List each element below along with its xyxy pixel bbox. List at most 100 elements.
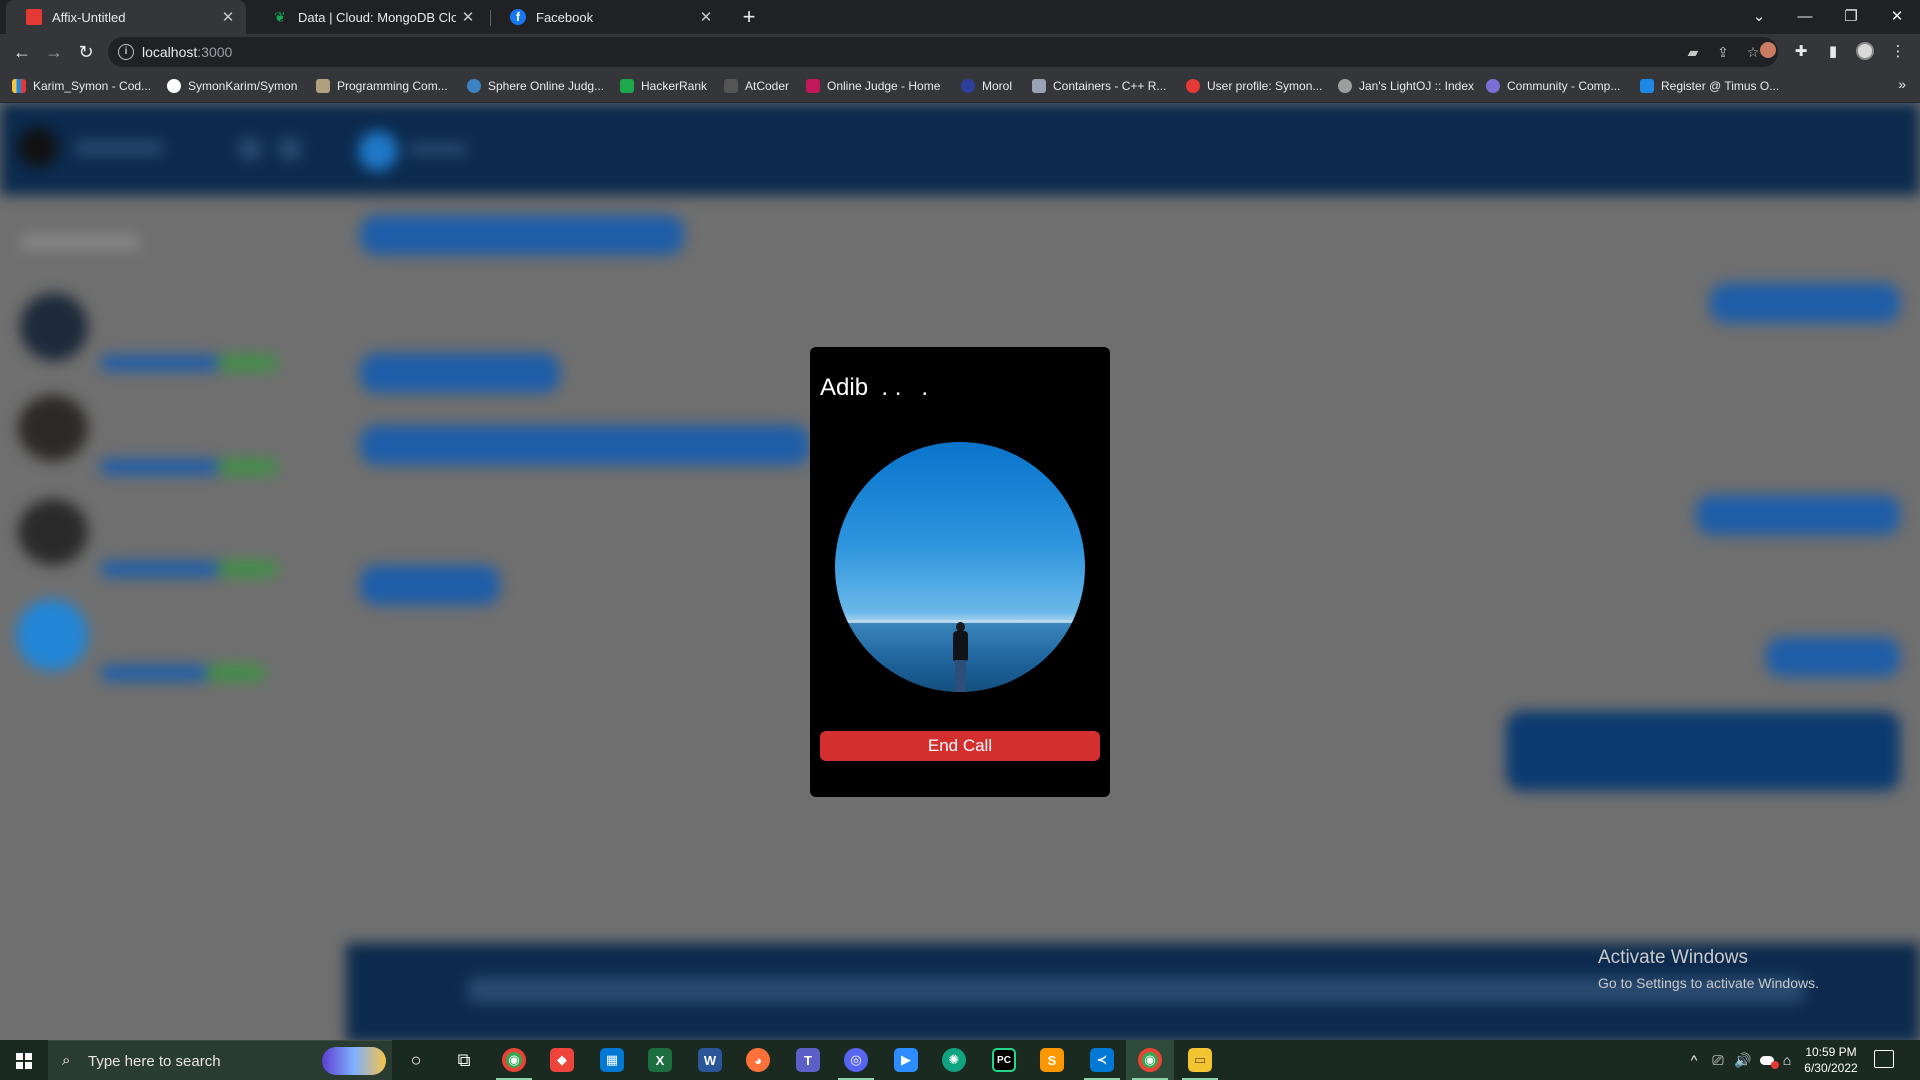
network-icon[interactable]: ⌂: [1780, 1040, 1794, 1080]
camera-blocked-icon[interactable]: ▰: [1684, 43, 1702, 61]
contact-avatar: [16, 599, 88, 671]
contact-avatar: [18, 499, 88, 565]
close-tab-icon[interactable]: ✕: [216, 8, 240, 26]
spoj-icon: [467, 79, 481, 93]
taskbar-search[interactable]: ⌕ Type here to search: [48, 1040, 392, 1080]
extension-avatar-icon[interactable]: [1758, 42, 1778, 62]
bookmark-label: Sphere Online Judg...: [488, 79, 605, 93]
tab-strip: Affix-Untitled ✕ ❦ Data | Cloud: MongoDB…: [0, 0, 1920, 34]
tab-mongodb[interactable]: ❦ Data | Cloud: MongoDB Cloud ✕: [252, 0, 486, 34]
address-bar[interactable]: i localhost:3000 ▰ ⇪ ☆: [108, 37, 1778, 67]
cortana-icon[interactable]: ○: [392, 1040, 440, 1080]
bookmarks-overflow-icon[interactable]: »: [1898, 76, 1906, 92]
message-bubble: [1710, 283, 1900, 323]
new-tab-button[interactable]: +: [736, 4, 762, 30]
message-bubble: [1766, 637, 1900, 677]
menu-kebab-icon[interactable]: ⋮: [1888, 42, 1908, 62]
bookmark-codechef[interactable]: Programming Com...: [316, 77, 448, 95]
bookmark-hackerrank[interactable]: HackerRank: [620, 77, 707, 95]
store-icon[interactable]: ▦: [588, 1040, 636, 1080]
bookmark-lightoj[interactable]: Jan's LightOJ :: Index: [1338, 77, 1474, 95]
avatar-person-body: [953, 631, 968, 661]
watermark-title: Activate Windows: [1598, 947, 1748, 968]
discord-icon[interactable]: ◎: [832, 1040, 880, 1080]
bookmark-codeforces[interactable]: Karim_Symon - Cod...: [12, 77, 151, 95]
tab-affix[interactable]: Affix-Untitled ✕: [6, 0, 246, 34]
close-tab-icon[interactable]: ✕: [694, 8, 718, 26]
teams-icon[interactable]: T: [784, 1040, 832, 1080]
facebook-icon: f: [510, 9, 526, 25]
tab-search-icon[interactable]: ⌄: [1736, 0, 1782, 34]
share-icon[interactable]: ⇪: [1714, 43, 1732, 61]
side-panel-icon[interactable]: ▮: [1823, 42, 1843, 62]
chatgpt-icon[interactable]: ✺: [930, 1040, 978, 1080]
bookmark-timus-register[interactable]: Register @ Timus O...: [1640, 77, 1779, 95]
message-bubble: [360, 425, 810, 465]
start-button[interactable]: [0, 1040, 48, 1080]
github-icon: [167, 79, 181, 93]
notifications-icon[interactable]: [1874, 1050, 1894, 1068]
site-info-icon[interactable]: i: [118, 44, 134, 60]
minimize-button[interactable]: —: [1782, 0, 1828, 34]
bookmark-atcoder[interactable]: AtCoder: [724, 77, 789, 95]
clock-date: 6/30/2022: [1804, 1061, 1858, 1075]
restore-button[interactable]: ❐: [1828, 0, 1874, 34]
uva-icon: [806, 79, 820, 93]
profile-avatar-icon[interactable]: [1855, 42, 1875, 62]
bookmark-label: SymonKarim/Symon: [188, 79, 298, 93]
pycharm-icon[interactable]: PC: [980, 1040, 1028, 1080]
bookmark-morol[interactable]: Morol: [961, 77, 1012, 95]
contact-badge-blur: [218, 561, 278, 577]
forward-button[interactable]: →: [40, 38, 68, 66]
bookmark-label: Online Judge - Home: [827, 79, 941, 93]
url-text[interactable]: localhost:3000: [142, 44, 232, 60]
bookmark-spoj[interactable]: Sphere Online Judg...: [467, 77, 604, 95]
tray-overflow-chevron-icon[interactable]: ^: [1684, 1040, 1704, 1080]
end-call-button[interactable]: End Call: [820, 731, 1100, 761]
community-icon: [1486, 79, 1500, 93]
chrome-icon[interactable]: ◉: [490, 1040, 538, 1080]
contact-badge-blur: [218, 355, 278, 371]
taskbar-clock[interactable]: 10:59 PM 6/30/2022: [1795, 1044, 1867, 1076]
morol-icon: [961, 79, 975, 93]
bookmark-cppreference[interactable]: Containers - C++ R...: [1032, 77, 1166, 95]
anydesk-icon[interactable]: ◆: [538, 1040, 586, 1080]
bookmark-github[interactable]: SymonKarim/Symon: [167, 77, 297, 95]
sublime-icon[interactable]: S: [1028, 1040, 1076, 1080]
firefox-icon[interactable]: ◕: [734, 1040, 782, 1080]
app-logo: [18, 127, 58, 167]
close-window-button[interactable]: ✕: [1874, 0, 1920, 34]
word-icon[interactable]: W: [686, 1040, 734, 1080]
contact-badge-blur: [206, 665, 266, 681]
bookmark-timus-profile[interactable]: User profile: Symon...: [1186, 77, 1322, 95]
excel-icon[interactable]: X: [636, 1040, 684, 1080]
zoom-icon[interactable]: ▶: [882, 1040, 930, 1080]
contact-preview-blur: [100, 459, 220, 475]
windows-logo-icon: [16, 1053, 32, 1069]
atcoder-icon: [724, 79, 738, 93]
mongodb-leaf-icon: ❦: [274, 9, 286, 25]
tab-facebook[interactable]: f Facebook ✕: [490, 0, 724, 34]
bookmark-community[interactable]: Community - Comp...: [1486, 77, 1620, 95]
vscode-icon[interactable]: ≺: [1078, 1040, 1126, 1080]
bookmark-label: Containers - C++ R...: [1053, 79, 1167, 93]
bookmark-label: AtCoder: [745, 79, 790, 93]
chrome-active-icon[interactable]: ◉: [1126, 1040, 1174, 1080]
meet-now-icon[interactable]: ⎚: [1708, 1040, 1728, 1080]
onedrive-error-icon[interactable]: [1756, 1040, 1779, 1080]
header-name-blur: [408, 143, 468, 155]
caller-name: Adib . . .: [820, 374, 929, 401]
extensions-puzzle-icon[interactable]: ✚: [1791, 42, 1811, 62]
file-explorer-icon[interactable]: ▭: [1176, 1040, 1224, 1080]
app-header: [0, 103, 1920, 195]
bookmark-uva[interactable]: Online Judge - Home: [806, 77, 940, 95]
message-bubble: [360, 353, 560, 393]
close-tab-icon[interactable]: ✕: [456, 8, 480, 26]
tab-title: Facebook: [536, 9, 594, 25]
volume-icon[interactable]: 🔊: [1732, 1040, 1754, 1080]
bookmark-label: Programming Com...: [337, 79, 448, 93]
back-button[interactable]: ←: [8, 38, 36, 66]
reload-button[interactable]: ↻: [72, 38, 100, 66]
task-view-icon[interactable]: ⧉: [440, 1040, 488, 1080]
bookmark-label: Community - Comp...: [1507, 79, 1621, 93]
